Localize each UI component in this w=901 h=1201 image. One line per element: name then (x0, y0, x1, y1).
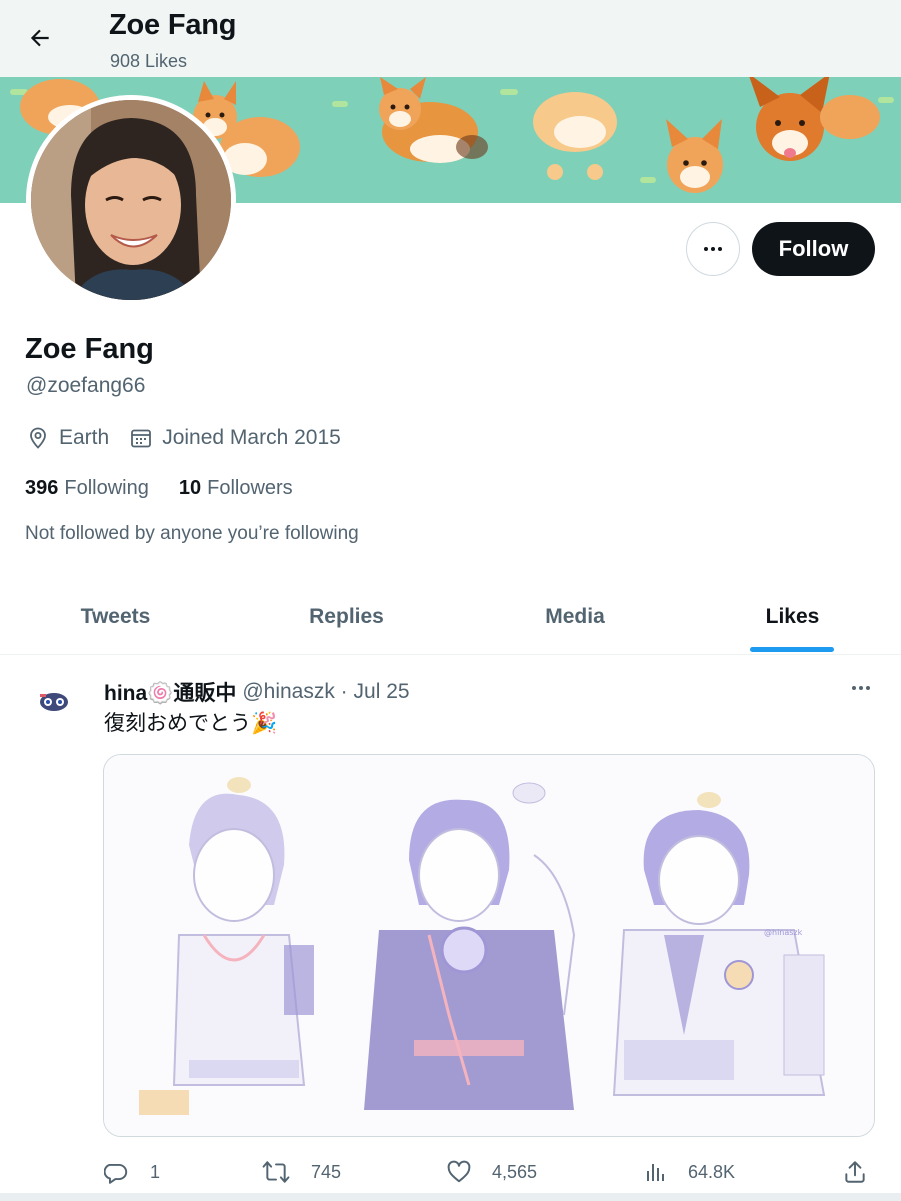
reply-button[interactable]: 1 (104, 1152, 160, 1192)
tweet-more-button[interactable] (846, 676, 876, 700)
profile-tabs: Tweets Replies Media Likes (0, 578, 901, 655)
following-label: Following (64, 477, 149, 499)
share-icon (845, 1161, 865, 1183)
tweet-handle-date[interactable]: @hinaszk · Jul 25 (242, 680, 409, 704)
tweet-media-image[interactable]: @hinaszk (103, 754, 875, 1137)
not-followed-notice: Not followed by anyone you’re following (25, 523, 359, 544)
back-button[interactable] (18, 16, 62, 60)
heart-icon (447, 1160, 471, 1183)
followers-link[interactable]: 10 Followers (179, 477, 293, 500)
more-horizontal-icon (704, 247, 722, 251)
follow-button[interactable]: Follow (752, 222, 875, 276)
retweet-button[interactable]: 745 (261, 1152, 341, 1192)
retweet-count: 745 (311, 1161, 342, 1182)
views-button[interactable]: 64.8K (644, 1152, 735, 1192)
profile-meta: Earth Joined March 2015 (26, 426, 361, 450)
following-link[interactable]: 396 Following (25, 477, 149, 500)
profile-joined: Joined March 2015 (129, 426, 341, 450)
more-options-button[interactable] (686, 222, 740, 276)
profile-display-name: Zoe Fang (25, 333, 154, 365)
share-button[interactable] (842, 1152, 888, 1192)
tweet-author-name[interactable]: hina🍥通販中 (104, 677, 236, 707)
location-pin-icon (30, 427, 46, 449)
active-tab-indicator (750, 647, 834, 652)
joined-text: Joined March 2015 (162, 426, 341, 449)
profile-header-bar: Zoe Fang 908 Likes (0, 0, 901, 77)
following-count: 396 (25, 477, 59, 499)
views-count: 64.8K (688, 1161, 736, 1182)
like-count: 4,565 (492, 1161, 538, 1182)
profile-handle: @zoefang66 (26, 374, 146, 397)
svg-text:@hinaszk: @hinaszk (764, 928, 803, 937)
reply-count: 1 (150, 1161, 161, 1182)
tab-media[interactable]: Media (460, 578, 690, 655)
tab-replies[interactable]: Replies (231, 578, 462, 655)
calendar-icon (131, 429, 152, 448)
followers-count: 10 (178, 477, 202, 499)
bottom-edge (0, 1193, 901, 1201)
tweet-author-avatar[interactable] (30, 678, 78, 726)
more-horizontal-icon (852, 686, 870, 690)
followers-label: Followers (207, 477, 293, 499)
profile-avatar[interactable] (26, 95, 236, 305)
reply-icon (104, 1163, 128, 1184)
profile-location: Earth (26, 426, 109, 450)
views-bar-chart-icon (647, 1164, 664, 1181)
arrow-left-icon (30, 29, 49, 47)
tab-likes[interactable]: Likes (690, 578, 895, 655)
header-likes-count: 908 Likes (110, 51, 188, 71)
follow-stats: 396 Following 10 Followers (25, 477, 323, 500)
like-button[interactable]: 4,565 (446, 1152, 537, 1192)
tweet-text: 復刻おめでとう🎉 (104, 712, 278, 735)
location-text: Earth (59, 426, 110, 449)
tweet-actions: 1 745 4,565 64.8K (104, 1152, 874, 1192)
tweet-header: hina🍥通販中 @hinaszk · Jul 25 (104, 677, 410, 707)
retweet-icon (262, 1161, 290, 1183)
header-title: Zoe Fang (109, 9, 237, 41)
tab-tweets[interactable]: Tweets (0, 578, 231, 655)
